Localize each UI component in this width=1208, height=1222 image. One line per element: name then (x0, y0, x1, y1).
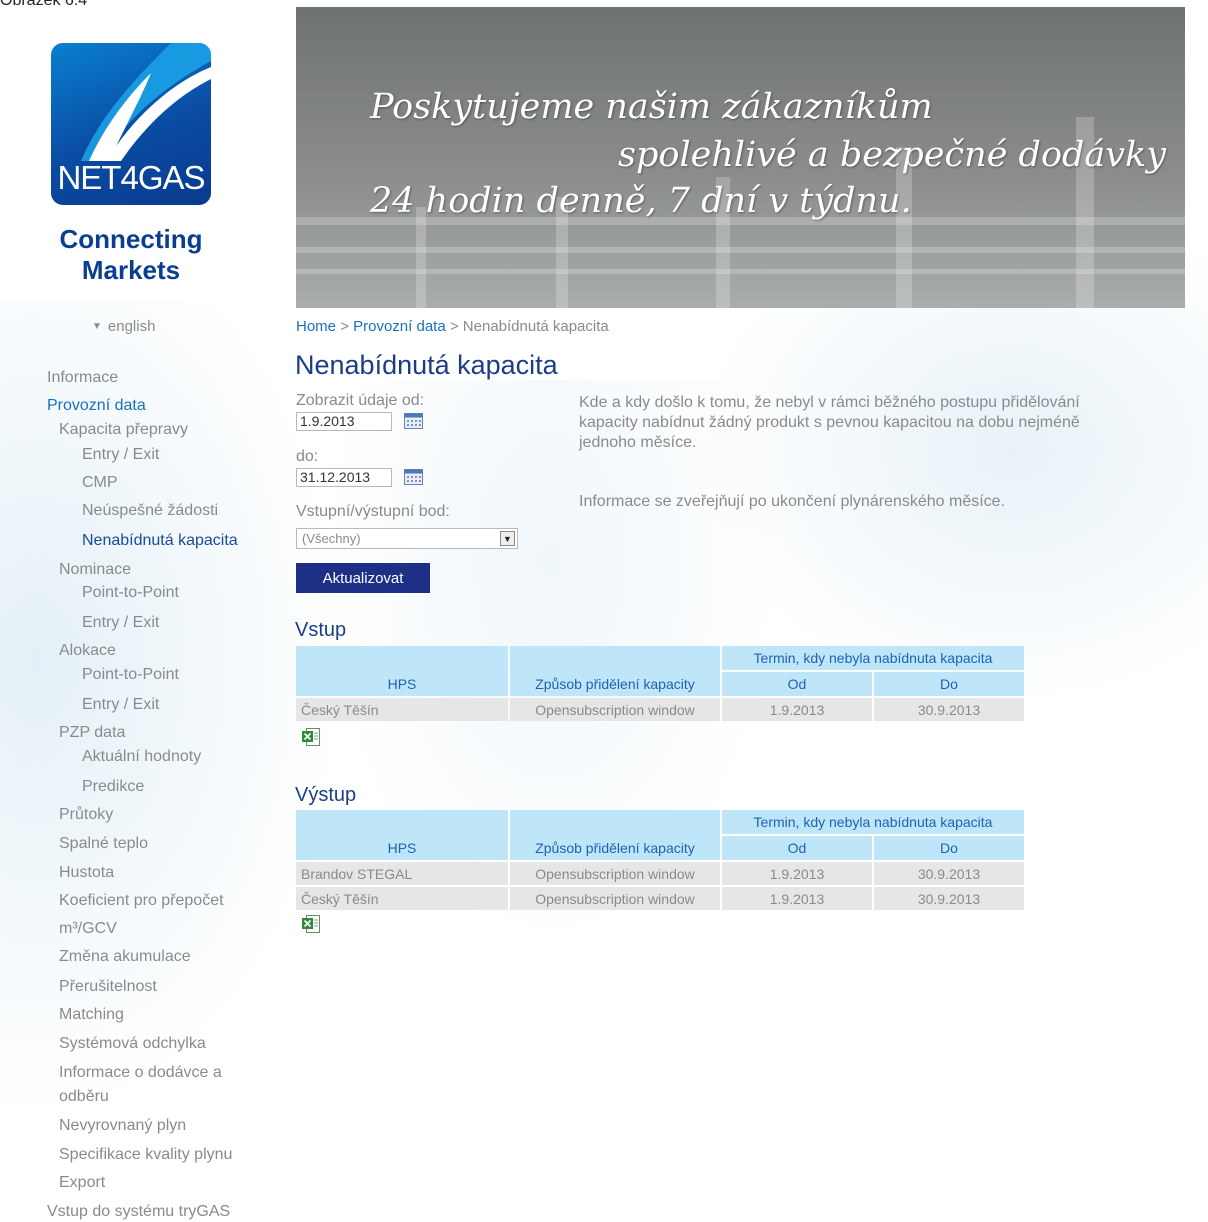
tagline: Connecting Markets (59, 224, 203, 285)
calendar-icon[interactable] (404, 469, 423, 485)
header-term: Termin, kdy nebyla nabídnuta kapacita (722, 810, 1024, 834)
page-description: Kde a kdy došlo k tomu, že nebyl v rámci… (579, 394, 1080, 451)
cell-method: Opensubscription window (510, 862, 720, 885)
menu-item-zmena-akumulace[interactable]: Změna akumulace (59, 947, 191, 967)
banner-line-3: 24 hodin denně, 7 dní v týdnu. (370, 181, 912, 221)
header-hps: HPS (296, 810, 508, 860)
menu-item-spalne-teplo[interactable]: Spalné teplo (59, 834, 148, 854)
menu-item-alokace-entry-exit[interactable]: Entry / Exit (82, 695, 159, 715)
menu-item-informace-o-dodavce-2[interactable]: odběru (59, 1087, 109, 1107)
menu-item-prutoky[interactable]: Průtoky (59, 805, 113, 825)
menu-item-nominace[interactable]: Nominace (59, 560, 131, 580)
language-switch[interactable]: ▼ english (92, 318, 155, 335)
header-method: Způsob přidělení kapacity (510, 646, 720, 696)
table-vystup: HPS Způsob přidělení kapacity Termin, kd… (294, 808, 1026, 912)
breadcrumb: Home > Provozní data > Nenabídnutá kapac… (296, 318, 609, 335)
entry-exit-point-select[interactable]: (Všechny) ▼ (296, 528, 518, 549)
menu-item-neuspesne-zadosti[interactable]: Neúspešné žádosti (82, 501, 218, 521)
header-od: Od (722, 836, 872, 860)
menu-item-systemova-odchylka[interactable]: Systémová odchylka (59, 1034, 206, 1054)
menu-item-kapacita-prepravy[interactable]: Kapacita přepravy (59, 420, 188, 440)
cell-do: 30.9.2013 (874, 862, 1024, 885)
header-od: Od (722, 672, 872, 696)
menu-item-alokace-p2p[interactable]: Point-to-Point (82, 665, 179, 685)
menu-item-trygas[interactable]: Vstup do systému tryGAS (47, 1202, 230, 1222)
header-hps: HPS (296, 646, 508, 696)
section-title-vystup: Výstup (295, 784, 357, 806)
to-label: do: (296, 448, 319, 465)
menu-item-prerusitelnost[interactable]: Přerušitelnost (59, 977, 157, 997)
table-row: Brandov STEGAL Opensubscription window 1… (296, 862, 1024, 885)
dropdown-arrow-icon[interactable]: ▼ (500, 531, 515, 546)
figure-caption: Obrázek 6.4 (0, 0, 88, 9)
menu-item-aktualni-hodnoty[interactable]: Aktuální hodnoty (82, 747, 201, 767)
breadcrumb-home[interactable]: Home (296, 318, 336, 335)
hero-banner: Poskytujeme našim zákazníkům spolehlivé … (296, 7, 1185, 308)
update-button[interactable]: Aktualizovat (296, 563, 430, 593)
section-title-vstup: Vstup (295, 619, 347, 641)
cell-method: Opensubscription window (510, 887, 720, 910)
date-from-input[interactable] (296, 412, 392, 431)
menu-item-pzp-data[interactable]: PZP data (59, 723, 125, 743)
breadcrumb-current: Nenabídnutá kapacita (462, 318, 609, 335)
point-label: Vstupní/výstupní bod: (296, 503, 450, 520)
page-title: Nenabídnutá kapacita (295, 350, 558, 380)
header-do: Do (874, 672, 1024, 696)
breadcrumb-provozni-data[interactable]: Provozní data (353, 318, 446, 335)
table-row: Český Těšín Opensubscription window 1.9.… (296, 887, 1024, 910)
menu-item-koeficient-unit[interactable]: m³/GCV (59, 919, 117, 939)
menu-item-nominace-p2p[interactable]: Point-to-Point (82, 583, 179, 603)
menu-item-nenabidnuta-kapacita[interactable]: Nenabídnutá kapacita (82, 531, 238, 551)
header-do: Do (874, 836, 1024, 860)
table-row: Český Těšín Opensubscription window 1.9.… (296, 698, 1024, 721)
table-vstup: HPS Způsob přidělení kapacity Termin, kd… (294, 644, 1026, 723)
excel-export-icon[interactable] (301, 914, 321, 935)
menu-item-nevyrovnany-plyn[interactable]: Nevyrovnaný plyn (59, 1116, 186, 1136)
menu-item-hustota[interactable]: Hustota (59, 863, 114, 883)
date-to-input[interactable] (296, 468, 392, 487)
cell-hps: Český Těšín (296, 698, 508, 721)
banner-line-2: spolehlivé a bezpečné dodávky (618, 135, 1167, 175)
cell-hps: Český Těšín (296, 887, 508, 910)
menu-item-informace[interactable]: Informace (47, 368, 118, 388)
menu-item-koeficient[interactable]: Koeficient pro přepočet (59, 891, 224, 911)
triangle-down-icon: ▼ (92, 321, 102, 332)
banner-line-1: Poskytujeme našim zákazníkům (370, 87, 933, 127)
menu-item-specifikace-kvality[interactable]: Specifikace kvality plynu (59, 1145, 232, 1165)
cell-method: Opensubscription window (510, 698, 720, 721)
excel-export-icon[interactable] (301, 727, 321, 748)
menu-item-export[interactable]: Export (59, 1173, 105, 1193)
logo-text: NET4GAS (57, 159, 205, 196)
header-term: Termin, kdy nebyla nabídnuta kapacita (722, 646, 1024, 670)
cell-do: 30.9.2013 (874, 698, 1024, 721)
menu-item-informace-o-dodavce[interactable]: Informace o dodávce a (59, 1063, 222, 1083)
menu-item-predikce[interactable]: Predikce (82, 777, 144, 797)
menu-item-matching[interactable]: Matching (59, 1005, 124, 1025)
from-label: Zobrazit údaje od: (296, 392, 425, 409)
menu-item-nominace-entry-exit[interactable]: Entry / Exit (82, 613, 159, 633)
publication-note: Informace se zveřejňují po ukončení plyn… (579, 493, 1006, 510)
menu-item-entry-exit[interactable]: Entry / Exit (82, 445, 159, 465)
net4gas-logo[interactable]: NET4GAS (51, 43, 211, 205)
menu-item-cmp[interactable]: CMP (82, 473, 118, 493)
cell-od: 1.9.2013 (722, 698, 872, 721)
cell-do: 30.9.2013 (874, 887, 1024, 910)
menu-item-alokace[interactable]: Alokace (59, 641, 116, 661)
cell-od: 1.9.2013 (722, 862, 872, 885)
menu-item-provozni-data[interactable]: Provozní data (47, 396, 146, 416)
cell-od: 1.9.2013 (722, 887, 872, 910)
cell-hps: Brandov STEGAL (296, 862, 508, 885)
calendar-icon[interactable] (404, 413, 423, 429)
header-method: Způsob přidělení kapacity (510, 810, 720, 860)
